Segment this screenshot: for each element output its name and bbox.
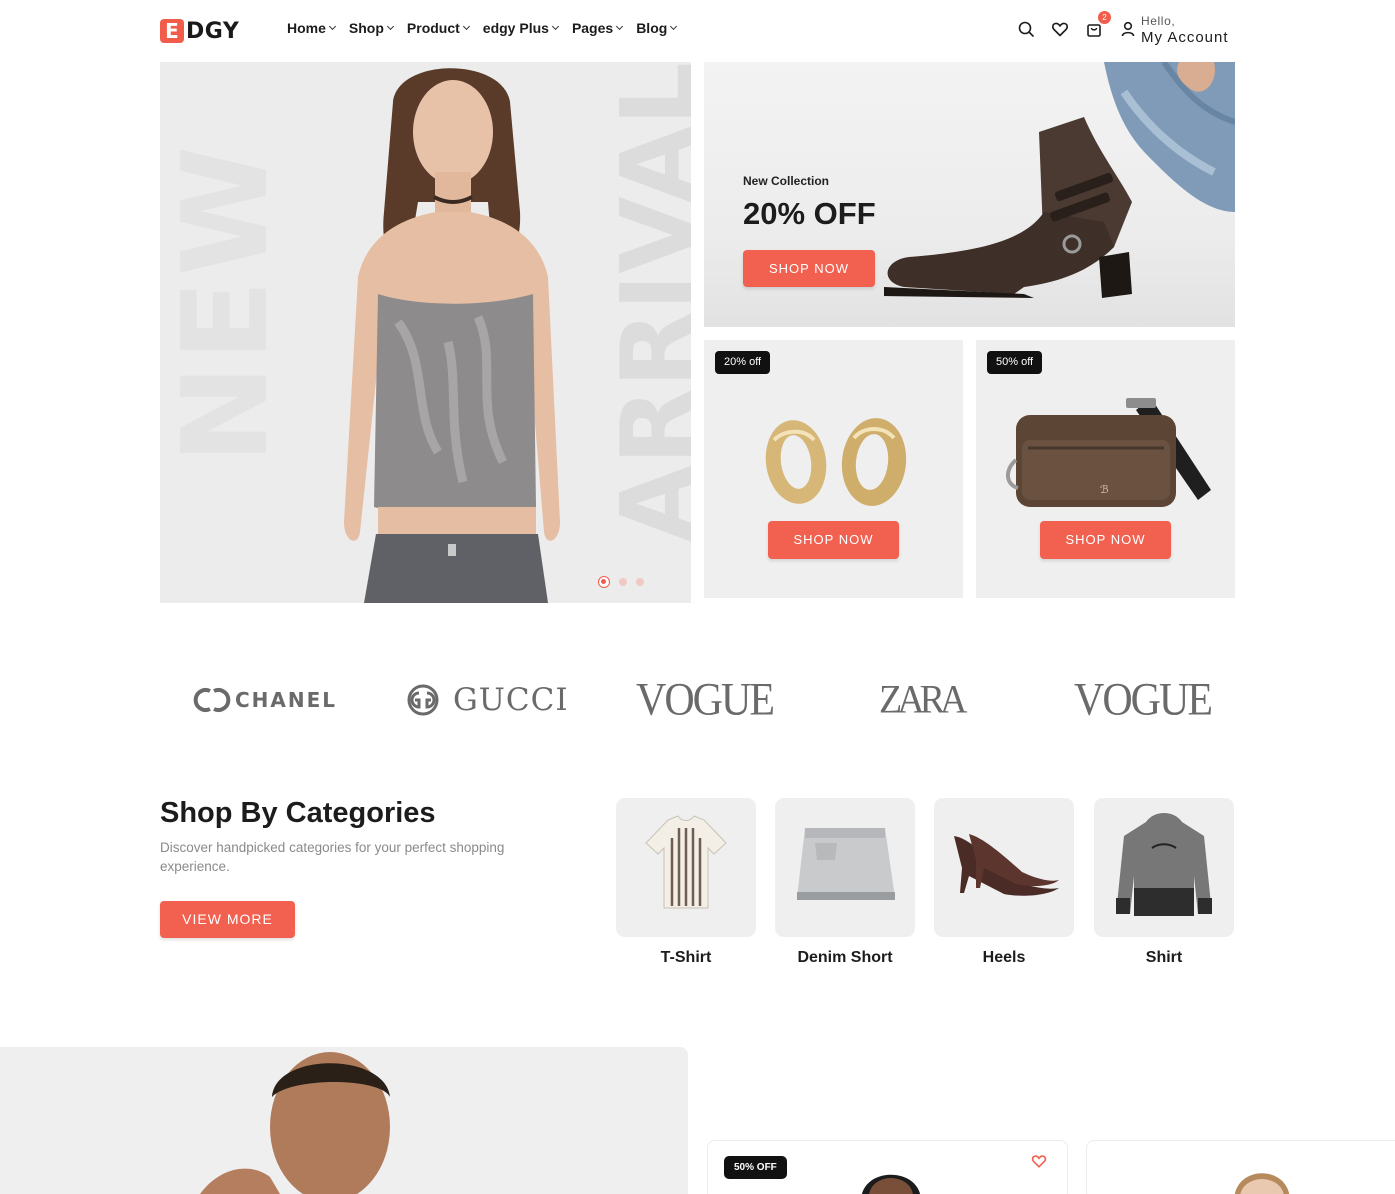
- categories-title: Shop By Categories: [160, 797, 436, 829]
- product-image: [1234, 1173, 1290, 1194]
- brand-logo-zara[interactable]: ZARA: [879, 669, 967, 732]
- product-image: [862, 1174, 920, 1194]
- bag-image: ℬ: [1006, 398, 1211, 507]
- account-link[interactable]: Hello, My Account: [1141, 15, 1229, 45]
- boot-image: [884, 62, 1235, 298]
- account-label: My Account: [1141, 29, 1229, 46]
- male-model-image: [200, 1052, 390, 1194]
- category-image: [775, 798, 915, 937]
- category-heels[interactable]: Heels: [934, 798, 1074, 967]
- promo-title: 20% OFF: [743, 196, 876, 231]
- brand-logo-vogue[interactable]: VOGUE: [1074, 667, 1213, 733]
- slider-dot-1[interactable]: [598, 576, 610, 588]
- account-greeting: Hello,: [1141, 14, 1176, 28]
- nav-home[interactable]: Home: [287, 20, 336, 36]
- shop-now-button[interactable]: SHOP NOW: [1040, 521, 1171, 559]
- search-icon[interactable]: [1017, 20, 1035, 38]
- category-image: [616, 798, 756, 937]
- wishlist-heart-icon[interactable]: [1031, 1153, 1047, 1169]
- cart-count-badge: 2: [1098, 11, 1111, 24]
- nav-label: Home: [287, 20, 326, 36]
- brand-logo-chanel[interactable]: CHANEL: [193, 670, 337, 730]
- svg-text:ℬ: ℬ: [1100, 483, 1109, 496]
- nav-product[interactable]: Product: [406, 20, 470, 36]
- discount-badge: 50% OFF: [724, 1156, 787, 1179]
- chevron-down-icon: [616, 22, 624, 31]
- feature-banner: [0, 1047, 688, 1194]
- nav-label: Blog: [636, 20, 668, 36]
- nav-label: Pages: [571, 20, 614, 36]
- chevron-down-icon: [462, 22, 470, 31]
- logo[interactable]: E DGY: [160, 18, 239, 44]
- category-label: Denim Short: [797, 949, 893, 966]
- slider-dot-3[interactable]: [636, 578, 644, 586]
- category-image: [1094, 798, 1234, 937]
- category-label: Heels: [982, 949, 1026, 966]
- shop-now-button[interactable]: SHOP NOW: [768, 521, 899, 559]
- discount-badge: 20% off: [715, 351, 771, 374]
- nav-edgy-plus[interactable]: edgy Plus: [482, 20, 559, 36]
- product-card[interactable]: 50% OFF: [707, 1140, 1068, 1194]
- gucci-logo-icon: [407, 684, 439, 716]
- header-actions: 2: [1017, 11, 1137, 38]
- promo-subtitle: New Collection: [743, 174, 830, 188]
- brand-strip: CHANEL GUCCI VOGUE ZARA VOGUE: [160, 670, 1235, 730]
- chevron-down-icon: [328, 22, 336, 31]
- category-label: T-Shirt: [660, 949, 712, 966]
- hero-model-image: [344, 68, 560, 603]
- nav-label: Product: [406, 20, 460, 36]
- product-card[interactable]: [1086, 1140, 1395, 1194]
- promo-shop-now-button[interactable]: SHOP NOW: [743, 250, 875, 287]
- nav-blog[interactable]: Blog: [636, 20, 678, 36]
- brand-name: CHANEL: [235, 688, 338, 712]
- heart-icon[interactable]: [1051, 20, 1069, 38]
- nav-label: edgy Plus: [482, 20, 549, 36]
- view-more-button[interactable]: VIEW MORE: [160, 901, 295, 938]
- nav-shop[interactable]: Shop: [348, 20, 394, 36]
- discount-badge: 50% off: [987, 351, 1043, 374]
- slider-dot-2[interactable]: [619, 578, 627, 586]
- offer-card-bag[interactable]: 50% off ℬ SHOP NOW: [976, 340, 1235, 598]
- offer-card-earrings[interactable]: 20% off SHOP NOW: [704, 340, 963, 598]
- brand-logo-gucci[interactable]: GUCCI: [399, 670, 569, 730]
- hero-bg-word-right: ARRIVAL: [599, 62, 691, 543]
- logo-text: DGY: [186, 18, 240, 44]
- chevron-down-icon: [670, 22, 678, 31]
- brand-name: GUCCI: [453, 682, 569, 718]
- category-denim-short[interactable]: Denim Short: [775, 798, 915, 967]
- category-image: [934, 798, 1074, 937]
- chanel-logo-icon: [193, 688, 231, 712]
- brand-logo-vogue[interactable]: VOGUE: [636, 667, 775, 733]
- categories-description: Discover handpicked categories for your …: [160, 840, 505, 874]
- nav-label: Shop: [348, 20, 384, 36]
- category-shirt[interactable]: Shirt: [1094, 798, 1234, 967]
- category-tshirt[interactable]: T-Shirt: [616, 798, 756, 967]
- user-icon[interactable]: [1119, 20, 1137, 38]
- nav-pages[interactable]: Pages: [571, 20, 624, 36]
- main-nav: Home Shop Product edgy Plus Pages Blog: [287, 20, 678, 36]
- site-header: E DGY Home Shop Product edgy Plus Pages …: [0, 0, 1395, 62]
- slider-pagination: [598, 576, 644, 588]
- category-label: Shirt: [1145, 949, 1183, 966]
- logo-mark: E: [160, 19, 184, 43]
- hero-bg-word-left: NEW: [160, 142, 294, 464]
- hero-slider[interactable]: NEW ARRIVAL: [160, 62, 691, 603]
- cart-icon[interactable]: 2: [1085, 11, 1111, 38]
- chevron-down-icon: [386, 22, 394, 31]
- promo-banner: New Collection 20% OFF SHOP NOW: [704, 62, 1235, 327]
- earrings-image: [765, 418, 907, 506]
- chevron-down-icon: [551, 22, 559, 31]
